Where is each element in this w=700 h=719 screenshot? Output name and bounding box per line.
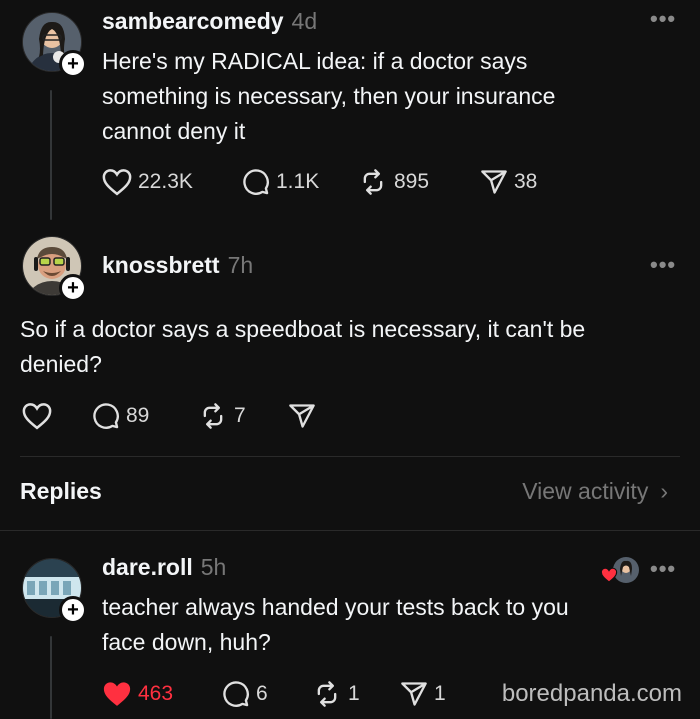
comment-button[interactable]: 89 [92,402,149,430]
heart-icon [600,567,618,583]
comment-icon [93,403,119,429]
repost-count: 1 [348,682,360,705]
repost-count: 895 [394,170,430,193]
repost-button[interactable]: 1 [312,680,360,708]
comment-count: 6 [256,682,268,705]
follow-plus-icon[interactable]: + [59,50,87,78]
heart-filled-icon [103,682,131,706]
comment-username[interactable]: dare.roll [102,554,193,580]
reply-text-line: denied? [20,351,102,377]
chevron-right-icon: › [660,478,668,504]
send-icon [289,404,315,428]
like-button[interactable] [22,402,52,430]
more-dots-icon[interactable]: ••• [650,6,676,32]
post-username[interactable]: sambearcomedy [102,8,284,34]
share-button[interactable]: 1 [400,680,446,708]
watermark: boredpanda.com [501,680,682,707]
like-count: 22.3K [138,170,193,193]
replies-heading: Replies [20,478,102,504]
comment-text-line: teacher always handed your tests back to… [102,594,569,620]
like-button[interactable]: 463 [102,680,173,708]
repost-button[interactable]: 895 [358,168,429,196]
reply-username[interactable]: knossbrett [102,252,220,278]
repost-icon [203,403,223,429]
reply-text: So if a doctor says a speedboat is neces… [20,312,585,382]
repost-icon [317,681,337,707]
more-dots-icon[interactable]: ••• [650,556,676,582]
view-activity-label: View activity [522,478,649,504]
author-liked-indicator [600,556,640,584]
post-text-line: Here's my RADICAL idea: if a doctor says [102,48,528,74]
comment-time: 5h [200,554,227,580]
reply-text-line: So if a doctor says a speedboat is neces… [20,316,586,342]
send-icon [401,682,427,706]
comment-count: 89 [126,404,150,427]
reply-header: knossbrett 7h [102,252,253,279]
more-dots-icon[interactable]: ••• [650,252,676,278]
comment-count: 1.1K [276,170,320,193]
thread-line [50,636,52,719]
share-count: 1 [434,682,446,705]
follow-plus-icon[interactable]: + [59,596,87,624]
repost-count: 7 [234,404,246,427]
heart-icon [22,403,52,430]
comment-header: dare.roll 5h [102,554,226,581]
comment-icon [243,169,269,195]
post-header: sambearcomedy 4d [102,8,317,35]
share-button[interactable]: 38 [480,168,537,196]
post-text: Here's my RADICAL idea: if a doctor says… [102,44,555,149]
post-time: 4d [291,8,318,34]
comment-button[interactable]: 1.1K [242,168,319,196]
comment-text-line: face down, huh? [102,629,271,655]
view-activity-link[interactable]: View activity › [522,478,668,505]
divider [20,456,680,457]
share-button[interactable] [288,402,316,430]
comment-button[interactable]: 6 [222,680,268,708]
heart-icon [102,169,132,196]
divider [0,530,700,531]
share-count: 38 [514,170,538,193]
post-text-line: something is necessary, then your insura… [102,83,556,109]
post-text-line: cannot deny it [102,118,246,144]
comment-text: teacher always handed your tests back to… [102,590,569,660]
repost-button[interactable]: 7 [198,402,246,430]
repost-icon [363,169,383,195]
like-count: 463 [138,682,174,705]
comment-icon [223,681,249,707]
follow-plus-icon[interactable]: + [59,274,87,302]
send-icon [481,170,507,194]
thread-line [50,90,52,220]
reply-time: 7h [227,252,254,278]
like-button[interactable]: 22.3K [102,168,193,196]
